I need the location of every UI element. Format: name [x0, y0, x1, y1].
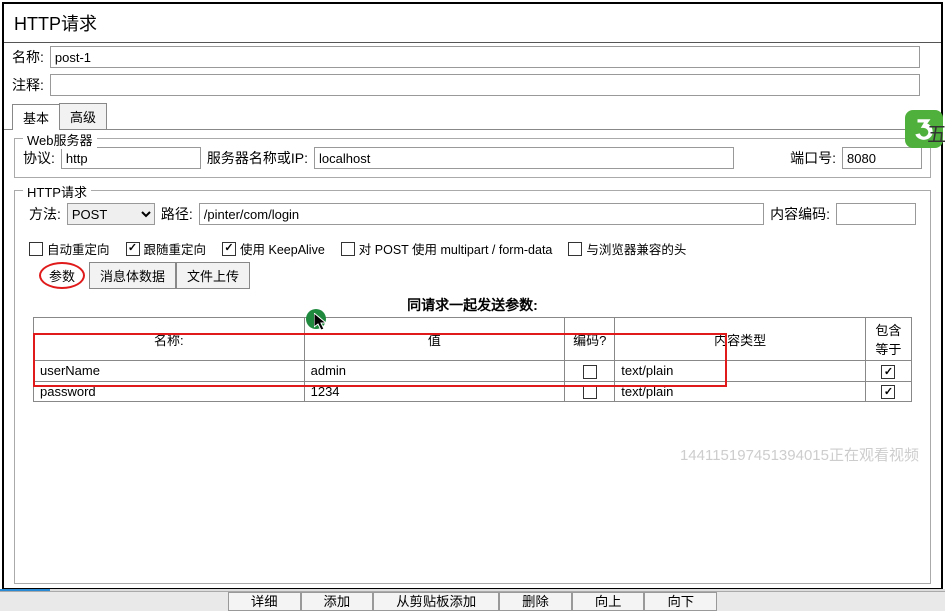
sub-tabs: 参数 消息体数据 文件上传	[39, 262, 922, 289]
cell-include[interactable]	[865, 361, 911, 382]
table-row[interactable]: userName admin text/plain	[34, 361, 912, 382]
badge-text: 五	[927, 118, 945, 147]
encoding-label: 内容编码:	[770, 204, 830, 224]
cell-encode[interactable]	[565, 381, 615, 402]
cell-name[interactable]: password	[34, 381, 305, 402]
checkbox-keepalive[interactable]: 使用 KeepAlive	[222, 239, 325, 258]
col-content-type[interactable]: 内容类型	[615, 318, 866, 361]
col-encode[interactable]: 编码?	[565, 318, 615, 361]
cell-include[interactable]	[865, 381, 911, 402]
port-label: 端口号:	[790, 148, 836, 168]
col-name[interactable]: 名称:	[34, 318, 305, 361]
delete-button[interactable]: 删除	[499, 592, 572, 611]
bottom-toolbar: 详细 添加 从剪贴板添加 删除 向上 向下	[0, 591, 945, 611]
up-button[interactable]: 向上	[572, 592, 645, 611]
checkbox-multipart[interactable]: 对 POST 使用 multipart / form-data	[341, 239, 553, 258]
cell-content-type[interactable]: text/plain	[615, 361, 866, 382]
table-row[interactable]: password 1234 text/plain	[34, 381, 912, 402]
method-label: 方法:	[29, 204, 61, 224]
detail-button[interactable]: 详细	[228, 592, 301, 611]
cell-name[interactable]: userName	[34, 361, 305, 382]
cell-content-type[interactable]: text/plain	[615, 381, 866, 402]
checkbox-follow-redirect[interactable]: 跟随重定向	[126, 239, 207, 258]
params-table[interactable]: 名称: 值 编码? 内容类型 包含等于 userName admin text/…	[33, 317, 912, 402]
checkbox-browser-headers[interactable]: 与浏览器兼容的头	[568, 239, 686, 258]
checkbox-auto-redirect[interactable]: 自动重定向	[29, 239, 110, 258]
add-button[interactable]: 添加	[301, 592, 374, 611]
port-input[interactable]	[842, 147, 922, 169]
send-params-title: 同请求一起发送参数:	[23, 295, 922, 315]
subtab-upload[interactable]: 文件上传	[176, 262, 250, 289]
col-include[interactable]: 包含等于	[865, 318, 911, 361]
down-button[interactable]: 向下	[644, 592, 717, 611]
add-from-clipboard-button[interactable]: 从剪贴板添加	[373, 592, 499, 611]
http-request-group: HTTP请求 方法: POST 路径: 内容编码: 自动重定向 跟随重定向 使用…	[14, 190, 931, 584]
protocol-label: 协议:	[23, 148, 55, 168]
path-label: 路径:	[161, 204, 193, 224]
server-input[interactable]	[314, 147, 734, 169]
remarks-input[interactable]	[50, 74, 920, 96]
window-title: HTTP请求	[4, 4, 941, 43]
main-tabs: 基本 高级	[4, 103, 941, 130]
remarks-label: 注释:	[12, 75, 44, 95]
http-legend: HTTP请求	[23, 182, 91, 201]
protocol-input[interactable]	[61, 147, 201, 169]
encoding-input[interactable]	[836, 203, 916, 225]
path-input[interactable]	[199, 203, 764, 225]
tab-advanced[interactable]: 高级	[59, 103, 107, 129]
cell-value[interactable]: 1234	[304, 381, 565, 402]
subtab-body[interactable]: 消息体数据	[89, 262, 176, 289]
server-label: 服务器名称或IP:	[207, 148, 308, 168]
name-label: 名称:	[12, 47, 44, 67]
subtab-params[interactable]: 参数	[39, 262, 85, 289]
col-value[interactable]: 值	[304, 318, 565, 361]
cell-value[interactable]: admin	[304, 361, 565, 382]
webserver-group: Web服务器 协议: 服务器名称或IP: 端口号:	[14, 138, 931, 178]
method-select[interactable]: POST	[67, 203, 155, 225]
name-input[interactable]	[50, 46, 920, 68]
tab-basic[interactable]: 基本	[12, 104, 60, 130]
webserver-legend: Web服务器	[23, 130, 97, 149]
cell-encode[interactable]	[565, 361, 615, 382]
